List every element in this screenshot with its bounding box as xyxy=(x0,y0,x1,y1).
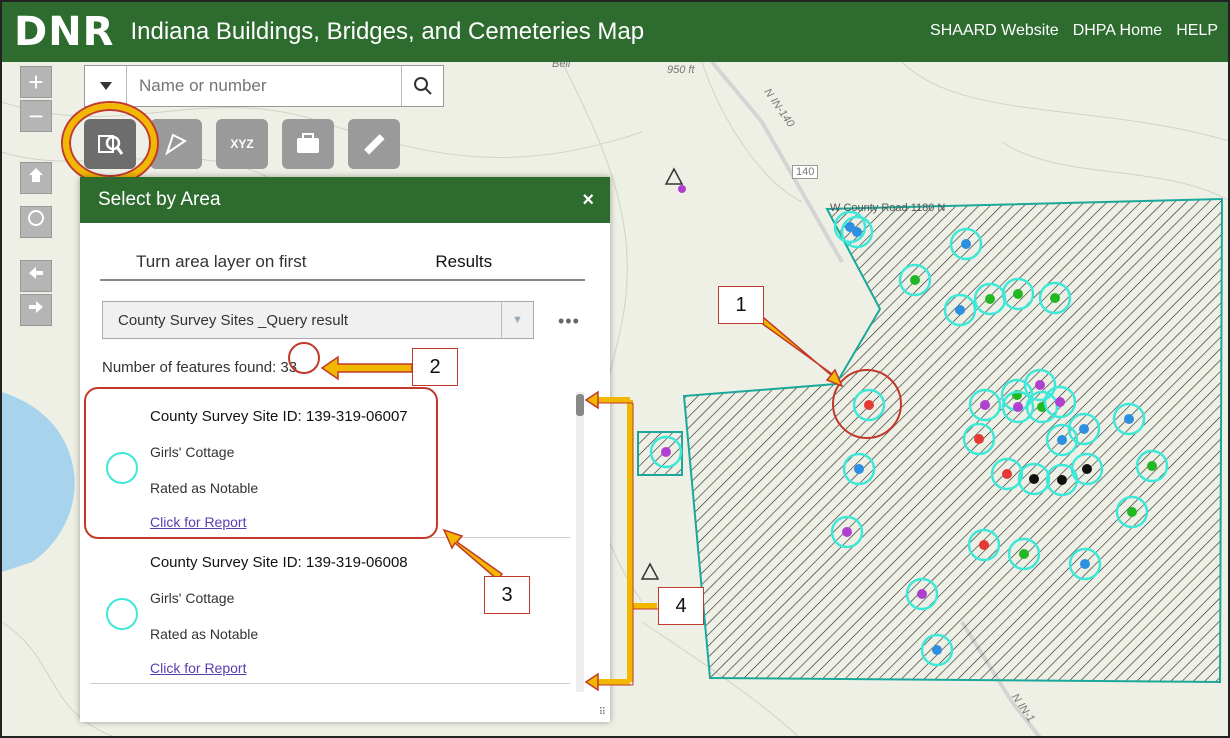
draw-tool[interactable] xyxy=(150,119,202,169)
highlight-result-box xyxy=(84,387,438,539)
search-input[interactable] xyxy=(127,66,401,106)
site-marker-dot[interactable] xyxy=(910,275,920,285)
callout-1: 1 xyxy=(718,286,764,324)
site-marker-dot[interactable] xyxy=(661,447,671,457)
scrollbar-thumb[interactable] xyxy=(576,394,584,416)
app-title: Indiana Buildings, Bridges, and Cemeteri… xyxy=(130,18,645,45)
site-marker-dot[interactable] xyxy=(917,589,927,599)
search-icon xyxy=(413,77,432,95)
site-marker-dot[interactable] xyxy=(1079,424,1089,434)
tab-area-layer[interactable]: Turn area layer on first xyxy=(100,247,343,279)
lake xyxy=(2,392,75,572)
tab-results[interactable]: Results xyxy=(343,247,586,279)
result-layer-select-value: County Survey Sites _Query result xyxy=(118,311,349,329)
road-in-140 xyxy=(710,62,844,263)
purple-dot xyxy=(678,185,686,193)
site-marker-dot[interactable] xyxy=(1147,461,1157,471)
measure-tool[interactable] xyxy=(348,119,400,169)
arrow-right-icon xyxy=(29,301,43,313)
selection-area xyxy=(682,197,1224,684)
site-marker-dot[interactable] xyxy=(1013,402,1023,412)
site-marker-dot[interactable] xyxy=(1057,435,1067,445)
layers-tool[interactable] xyxy=(282,119,334,169)
search-source-dropdown[interactable] xyxy=(85,66,127,106)
stream-label: Bell xyxy=(552,62,571,70)
feature-count: Number of features found: 33 xyxy=(102,359,298,376)
site-marker-dot[interactable] xyxy=(955,305,965,315)
results-scrollbar[interactable] xyxy=(576,392,584,692)
app-header: DNR Indiana Buildings, Bridges, and Ceme… xyxy=(2,2,1228,62)
layers-icon xyxy=(297,133,319,153)
site-marker-dot[interactable] xyxy=(980,400,990,410)
search-widget xyxy=(84,65,444,107)
locate-icon xyxy=(28,210,44,226)
site-marker-dot[interactable] xyxy=(961,239,971,249)
panel-header: Select by Area xyxy=(80,177,610,223)
callout-4: 4 xyxy=(658,587,704,625)
callout-2: 2 xyxy=(412,348,458,386)
route-shield: 140 xyxy=(792,165,819,179)
site-marker-dot[interactable] xyxy=(985,294,995,304)
site-marker-dot[interactable] xyxy=(1082,464,1092,474)
site-marker-dot[interactable] xyxy=(854,464,864,474)
panel-tabs: Turn area layer on first Results xyxy=(100,247,585,281)
site-id: County Survey Site ID: 139-319-06008 xyxy=(150,554,408,571)
site-marker-dot[interactable] xyxy=(1057,475,1067,485)
panel-title: Select by Area xyxy=(98,189,221,210)
resize-grip-icon[interactable]: ⠿ xyxy=(599,707,606,718)
coordinates-tool[interactable]: XYZ xyxy=(216,119,268,169)
search-button[interactable] xyxy=(401,66,443,106)
site-marker-dot[interactable] xyxy=(1080,559,1090,569)
county-road-label: W County Road 1180 N xyxy=(830,202,946,214)
header-links: SHAARD Website DHPA Home HELP xyxy=(930,22,1218,40)
site-name: Girls' Cottage xyxy=(150,590,235,606)
zoom-out-button[interactable]: − xyxy=(20,100,52,132)
site-rating: Rated as Notable xyxy=(150,626,259,642)
site-marker-dot[interactable] xyxy=(852,227,862,237)
result-layer-select[interactable]: County Survey Sites _Query result ▼ xyxy=(102,301,534,339)
link-help[interactable]: HELP xyxy=(1176,22,1218,40)
link-shaard[interactable]: SHAARD Website xyxy=(930,22,1059,40)
site-marker-dot[interactable] xyxy=(1055,397,1065,407)
previous-extent-button[interactable] xyxy=(20,260,52,292)
next-extent-button[interactable] xyxy=(20,294,52,326)
site-marker-icon xyxy=(106,598,138,630)
site-marker-dot[interactable] xyxy=(1035,380,1045,390)
site-marker-dot[interactable] xyxy=(1019,549,1029,559)
chevron-down-icon[interactable]: ▼ xyxy=(501,302,533,338)
caret-down-icon xyxy=(99,82,112,90)
site-marker-dot[interactable] xyxy=(1050,293,1060,303)
zoom-in-button[interactable]: + xyxy=(20,66,52,98)
site-marker-dot[interactable] xyxy=(1029,474,1039,484)
callout-3: 3 xyxy=(484,576,530,614)
arrow-left-icon xyxy=(29,267,43,279)
locate-button[interactable] xyxy=(20,206,52,238)
site-marker-dot[interactable] xyxy=(1124,414,1134,424)
site-marker-dot[interactable] xyxy=(979,540,989,550)
site-marker-dot[interactable] xyxy=(1127,507,1137,517)
home-icon xyxy=(29,168,43,182)
landmark-triangle xyxy=(664,167,684,185)
site-marker-dot[interactable] xyxy=(1013,289,1023,299)
more-options-icon[interactable]: ••• xyxy=(558,311,580,332)
screenshot-frame: 950 ft Bell N IN-140 140 W County Road 1… xyxy=(0,0,1230,738)
measure-icon xyxy=(364,134,385,155)
site-marker-dot[interactable] xyxy=(932,645,942,655)
site-marker-dot[interactable] xyxy=(974,434,984,444)
report-link[interactable]: Click for Report xyxy=(150,660,246,676)
draw-icon xyxy=(165,133,187,156)
highlight-count-circle xyxy=(288,342,320,374)
elevation-label: 950 ft xyxy=(667,64,695,76)
home-button[interactable] xyxy=(20,162,52,194)
site-marker-dot[interactable] xyxy=(842,527,852,537)
site-marker-dot[interactable] xyxy=(864,400,874,410)
link-dhpa-home[interactable]: DHPA Home xyxy=(1073,22,1163,40)
close-icon[interactable]: × xyxy=(582,189,594,212)
coordinates-icon: XYZ xyxy=(230,137,254,151)
landmark-triangle-2 xyxy=(640,562,660,580)
tool-highlight-ring xyxy=(63,103,157,183)
dnr-logo[interactable]: DNR xyxy=(14,9,114,55)
site-marker-dot[interactable] xyxy=(1002,469,1012,479)
